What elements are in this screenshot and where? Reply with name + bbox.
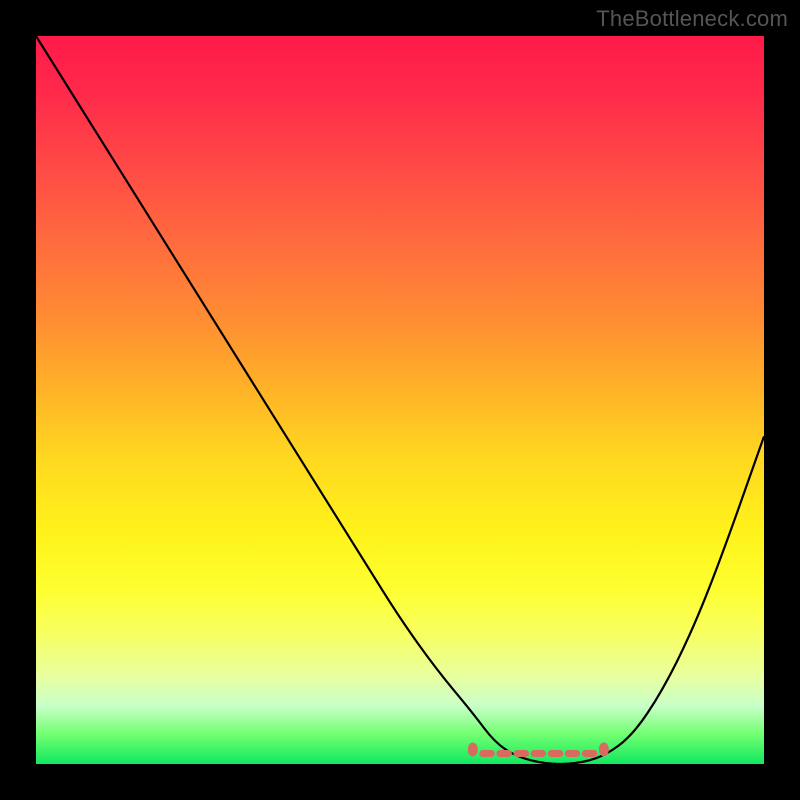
bottleneck-curve-line	[36, 36, 764, 764]
optimal-zone-end-dot	[599, 742, 609, 756]
chart-svg	[36, 36, 764, 764]
chart-plot-area	[36, 36, 764, 764]
optimal-zone-end-dot	[468, 742, 478, 756]
watermark-text: TheBottleneck.com	[596, 6, 788, 32]
optimal-zone-markers	[468, 742, 609, 756]
